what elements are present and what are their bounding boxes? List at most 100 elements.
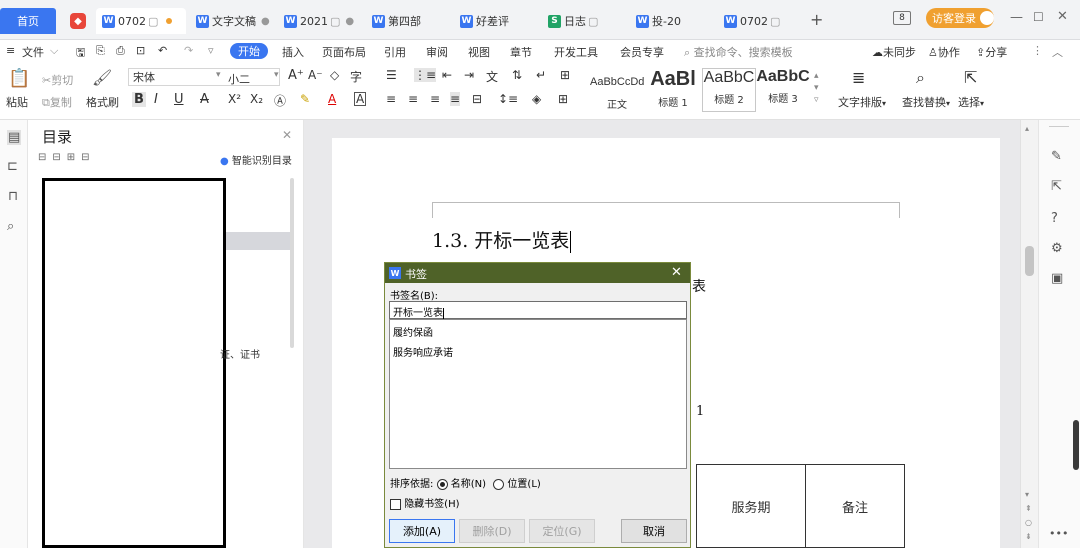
select-browse-icon[interactable]: ○ [1025, 518, 1032, 527]
italic-button[interactable]: I [154, 92, 158, 107]
superscript-button[interactable]: X² [228, 92, 241, 106]
underline-button[interactable]: U [174, 92, 184, 107]
more-icon[interactable]: ⋮ [1032, 44, 1043, 57]
menu-file[interactable]: 文件 [22, 44, 44, 60]
tab-document[interactable]: W 文字文稿 ● [190, 8, 274, 34]
menu-developer[interactable]: 开发工具 [554, 44, 598, 60]
menu-chapter[interactable]: 章节 [510, 44, 532, 60]
grow-font-icon[interactable]: A⁺ [288, 68, 304, 83]
pen-icon[interactable]: ✎ [1051, 150, 1062, 163]
paste-icon[interactable]: 📋 [8, 68, 30, 89]
help-icon[interactable]: ? [1051, 212, 1058, 225]
prev-page-icon[interactable]: ⇞ [1025, 504, 1032, 513]
hide-bookmarks-checkbox[interactable] [390, 498, 401, 510]
heading-1-3[interactable]: 1.3. 开标一览表 [432, 226, 572, 253]
radio-sort-position[interactable] [493, 478, 505, 490]
select-button[interactable]: 选择▾ [958, 94, 984, 110]
window-count-badge[interactable]: 8 [893, 11, 911, 25]
settings-sliders-icon[interactable]: ⚙ [1051, 242, 1063, 255]
close-dot-icon[interactable]: ● [261, 16, 270, 27]
print-preview-icon[interactable]: ⊡ [136, 44, 145, 57]
toc-selected-row[interactable] [226, 232, 290, 250]
save-icon[interactable]: 🖫 [76, 44, 85, 63]
bookmark-list[interactable]: 履约保函 服务响应承诺 [389, 319, 687, 469]
redo-icon[interactable]: ↷ [184, 44, 193, 57]
subscript-button[interactable]: X₂ [250, 92, 263, 106]
hamburger-icon[interactable]: ≡ [6, 44, 15, 57]
paste-button[interactable]: 粘贴 [6, 94, 28, 110]
quick-access-dropdown-icon[interactable]: ▿ [208, 44, 214, 57]
next-page-icon[interactable]: ⇟ [1025, 532, 1032, 541]
sort-position-label[interactable]: 位置(L) [507, 479, 540, 490]
font-color-icon[interactable]: A [328, 92, 336, 106]
radio-sort-name[interactable] [436, 478, 448, 490]
new-tab-button[interactable]: + [810, 10, 823, 29]
bullet-list-icon[interactable]: ☰ [386, 68, 397, 82]
locate-bookmark-button[interactable]: 定位(G) [529, 519, 595, 543]
distribute-icon[interactable]: ⊟ [472, 92, 482, 106]
smart-toc-button[interactable]: ● 智能识别目录 [220, 152, 292, 167]
highlight-icon[interactable]: ✎ [300, 92, 310, 106]
add-bookmark-button[interactable]: 添加(A) [389, 519, 455, 543]
tab-document[interactable]: S 日志 ▢ [542, 8, 626, 34]
phonetic-icon[interactable]: 字 [350, 68, 362, 85]
bookmark-name-input[interactable]: 开标一览表 [389, 301, 687, 319]
align-left-icon[interactable]: ≡ [386, 92, 396, 106]
tab-document[interactable]: W 好差评 [454, 8, 538, 34]
styles-scroll-icon[interactable]: ▴ ▾ ▿ [814, 70, 819, 106]
nav-pane-icon[interactable]: ⊏ [7, 160, 18, 173]
collapse-ribbon-icon[interactable]: ︿ [1052, 44, 1063, 60]
style-heading-2[interactable]: AaBbC 标题 2 [702, 68, 756, 112]
font-name-select[interactable]: 宋体 [128, 68, 280, 86]
text-effect-button[interactable]: Ⓐ [274, 92, 286, 109]
increase-indent-icon[interactable]: ⇥ [464, 68, 474, 82]
hide-bookmarks-label[interactable]: 隐藏书签(H) [404, 499, 459, 510]
find-replace-button[interactable]: 查找替换▾ [902, 94, 950, 110]
cut-button[interactable]: ✂剪切 [42, 72, 73, 88]
style-heading-3[interactable]: AaBbC 标题 3 [756, 68, 810, 112]
close-dot-icon[interactable]: ● [345, 16, 354, 27]
tab-document[interactable]: W 2021 ▢ ● [278, 8, 362, 34]
borders-icon[interactable]: ⊞ [558, 92, 568, 106]
table-header-cell[interactable]: 服务期 [696, 464, 806, 548]
list-item[interactable]: 履约保函 [390, 320, 686, 339]
cancel-button[interactable]: 取消 [621, 519, 687, 543]
shading-icon[interactable]: ◈ [532, 92, 541, 106]
bold-button[interactable]: B [132, 92, 146, 107]
more-dots-icon[interactable]: ••• [1049, 528, 1068, 539]
tab-document[interactable]: W 0702 ▢ [718, 8, 802, 34]
bookmark-icon[interactable]: ⊓ [8, 190, 18, 203]
show-marks-icon[interactable]: ↵ [536, 68, 546, 82]
login-button[interactable]: 访客登录 [926, 8, 994, 28]
table-header-cell[interactable]: 备注 [805, 464, 905, 548]
copy-button[interactable]: ⧉复制 [42, 94, 72, 110]
justify-icon[interactable]: ≡ [450, 92, 461, 106]
font-size-dropdown-icon[interactable]: ▾ [274, 70, 279, 80]
close-icon[interactable]: ✕ [282, 128, 292, 142]
maximize-icon[interactable]: ☐ [1033, 10, 1044, 24]
side-handle[interactable] [1073, 420, 1079, 470]
align-right-icon[interactable]: ≡ [430, 92, 440, 106]
tab-app-logo[interactable]: ◆ [64, 8, 86, 34]
chevron-down-icon[interactable]: ⌵ [50, 44, 58, 58]
menu-review[interactable]: 审阅 [426, 44, 448, 60]
sync-status[interactable]: ☁未同步 [872, 44, 916, 60]
decrease-indent-icon[interactable]: ⇤ [442, 68, 452, 82]
chinese-layout-icon[interactable]: 文 [486, 68, 498, 85]
table-draw-icon[interactable]: ⊞ [560, 68, 570, 82]
menu-home-tab[interactable]: 开始 [230, 43, 268, 59]
menu-page-layout[interactable]: 页面布局 [322, 44, 366, 60]
scroll-thumb[interactable] [1025, 246, 1034, 276]
font-name-dropdown-icon[interactable]: ▾ [216, 70, 221, 80]
font-size-value[interactable]: 小二 [228, 71, 250, 87]
style-normal[interactable]: AaBbCcDd 正文 [590, 68, 644, 112]
sort-icon[interactable]: ⇅ [512, 68, 522, 82]
menu-insert[interactable]: 插入 [282, 44, 304, 60]
toc-item-partial[interactable]: 证、证书 [220, 346, 260, 361]
print-icon[interactable]: ⎙ [116, 44, 125, 58]
align-center-icon[interactable]: ≡ [408, 92, 418, 106]
search-command[interactable]: ⌕ 查找命令、搜索模板 [684, 44, 793, 60]
tab-document-active[interactable]: W 0702 ▢ [96, 8, 186, 34]
share-button[interactable]: ⇪分享 [976, 44, 1007, 60]
toc-level-buttons[interactable]: ⊟⊟⊞⊟ [38, 152, 96, 163]
